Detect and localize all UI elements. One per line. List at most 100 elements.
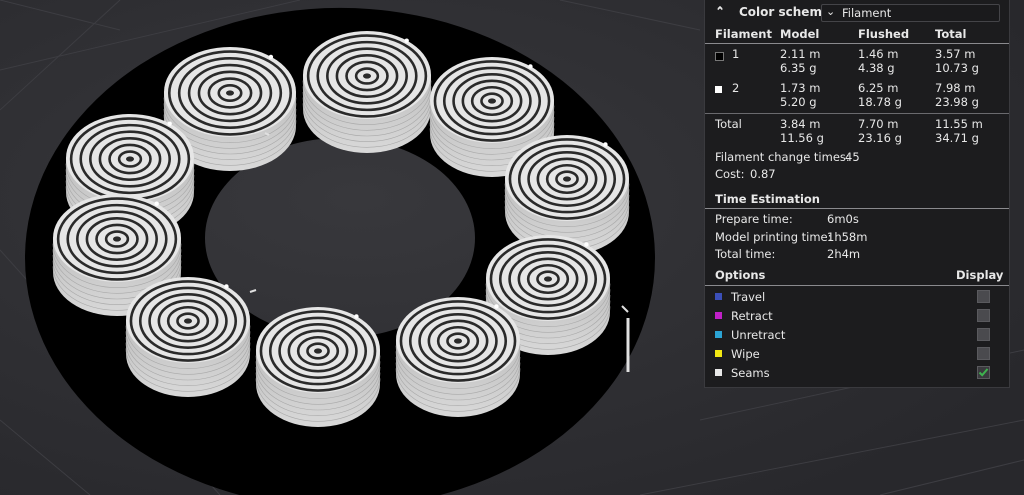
spiral-center: [113, 236, 121, 242]
divider: [705, 43, 1009, 44]
seam-point: [167, 121, 172, 126]
seam-point: [404, 38, 409, 43]
filament-change-label: Filament change times:: [715, 150, 850, 164]
gcode-legend-panel: ⌃ ⌃ Color scheme ⌄ Filament Filament Mod…: [704, 0, 1010, 388]
unretract-display-checkbox[interactable]: [977, 328, 990, 341]
options-header: Options Display: [705, 268, 1009, 284]
option-travel: Travel: [705, 289, 1009, 308]
seams-label: Seams: [731, 366, 770, 380]
retract-label: Retract: [731, 309, 773, 323]
total-flushed-length: 7.70 m: [858, 117, 899, 131]
cost-value: 0.87: [750, 167, 776, 181]
spiral-center: [226, 90, 234, 96]
seam-point: [528, 64, 533, 69]
color-scheme-label: Color scheme: [739, 5, 831, 19]
total-total-weight: 34.71 g: [935, 131, 979, 145]
spiral-center: [126, 156, 134, 162]
check-icon: [978, 368, 989, 377]
filament-2-flushed-length: 6.25 m: [858, 81, 899, 95]
total-model-weight: 11.56 g: [780, 131, 824, 145]
option-unretract: Unretract: [705, 327, 1009, 346]
color-scheme-header: ⌃ ⌃ Color scheme ⌄ Filament: [705, 0, 1009, 26]
total-total-length: 11.55 m: [935, 117, 983, 131]
filament-1-flushed-weight: 4.38 g: [858, 61, 895, 75]
filament-1-model-length: 2.11 m: [780, 47, 821, 61]
travel-label: Travel: [731, 290, 766, 304]
color-scheme-selected-value: Filament: [842, 6, 892, 20]
display-label: Display: [956, 268, 1004, 282]
retract-swatch: [715, 312, 722, 319]
travel-swatch: [715, 293, 722, 300]
chevron-up-double-icon-2: ⌃: [715, 5, 726, 19]
wipe-display-checkbox[interactable]: [977, 347, 990, 360]
filament-2-total-weight: 23.98 g: [935, 95, 979, 109]
cost-row: Cost: 0.87: [705, 167, 1009, 183]
filament-2-flushed-weight: 18.78 g: [858, 95, 902, 109]
wipe-swatch: [715, 350, 722, 357]
filament-1-label: 1: [732, 47, 740, 61]
prepare-time-row: Prepare time: 6m0s: [705, 212, 1009, 228]
spiral-puck[interactable]: [125, 277, 251, 397]
retract-display-checkbox[interactable]: [977, 309, 990, 322]
spiral-puck[interactable]: [302, 31, 432, 153]
option-seams: Seams: [705, 365, 1009, 384]
seam-point: [354, 314, 359, 319]
total-model-length: 3.84 m: [780, 117, 821, 131]
seams-swatch: [715, 369, 722, 376]
option-wipe: Wipe: [705, 346, 1009, 365]
filament-1-flushed-length: 1.46 m: [858, 47, 899, 61]
filament-1-model-weight: 6.35 g: [780, 61, 817, 75]
wipe-label: Wipe: [731, 347, 760, 361]
spiral-puck[interactable]: [395, 297, 521, 417]
seam-point: [584, 242, 589, 247]
prepare-time-label: Prepare time:: [715, 212, 793, 226]
spiral-center: [454, 338, 462, 344]
filament-table-header: Filament Model Flushed Total: [705, 27, 1009, 43]
seam-point: [154, 201, 159, 206]
time-estimation-header: Time Estimation: [705, 192, 1009, 208]
spiral-center: [314, 348, 322, 354]
filament-2-model-length: 1.73 m: [780, 81, 821, 95]
filament-1-swatch: [715, 52, 724, 61]
filament-row-1: 1 2.11 m 6.35 g 1.46 m 4.38 g 3.57 m 10.…: [705, 47, 1009, 79]
filament-2-label: 2: [732, 81, 740, 95]
header-flushed: Flushed: [858, 27, 910, 41]
filament-2-total-length: 7.98 m: [935, 81, 976, 95]
spiral-puck[interactable]: [255, 307, 381, 427]
filament-2-model-weight: 5.20 g: [780, 95, 817, 109]
seam-point: [603, 142, 608, 147]
spiral-center: [544, 276, 552, 282]
spiral-puck[interactable]: [504, 135, 630, 255]
divider: [705, 285, 1009, 286]
unretract-label: Unretract: [731, 328, 786, 342]
seam-point: [494, 304, 499, 309]
unretract-swatch: [715, 331, 722, 338]
chevron-down-icon: ⌄: [826, 5, 836, 18]
spiral-center: [363, 73, 371, 79]
divider: [705, 113, 1009, 114]
total-time-label: Total time:: [715, 247, 776, 261]
seam-point: [268, 54, 274, 60]
model-printing-time-label: Model printing time:: [715, 230, 832, 244]
filament-1-total-weight: 10.73 g: [935, 61, 979, 75]
divider: [705, 208, 1009, 209]
time-estimation-title: Time Estimation: [715, 192, 820, 206]
header-total: Total: [935, 27, 967, 41]
header-model: Model: [780, 27, 820, 41]
filament-2-swatch: [715, 86, 722, 93]
spiral-center: [563, 176, 571, 182]
spiral-center: [184, 318, 192, 324]
options-title: Options: [715, 268, 766, 282]
travel-display-checkbox[interactable]: [977, 290, 990, 303]
filament-change-row: Filament change times: 45: [705, 150, 1009, 166]
total-time-value: 2h4m: [827, 247, 861, 261]
header-filament: Filament: [715, 27, 772, 41]
cost-label: Cost:: [715, 167, 745, 181]
prepare-time-value: 6m0s: [827, 212, 859, 226]
spiral-center: [488, 98, 496, 104]
color-scheme-select[interactable]: ⌄ Filament: [821, 4, 1000, 22]
option-retract: Retract: [705, 308, 1009, 327]
seam-point: [224, 284, 229, 289]
filament-row-2: 2 1.73 m 5.20 g 6.25 m 18.78 g 7.98 m 23…: [705, 81, 1009, 113]
seams-display-checkbox[interactable]: [977, 366, 990, 379]
